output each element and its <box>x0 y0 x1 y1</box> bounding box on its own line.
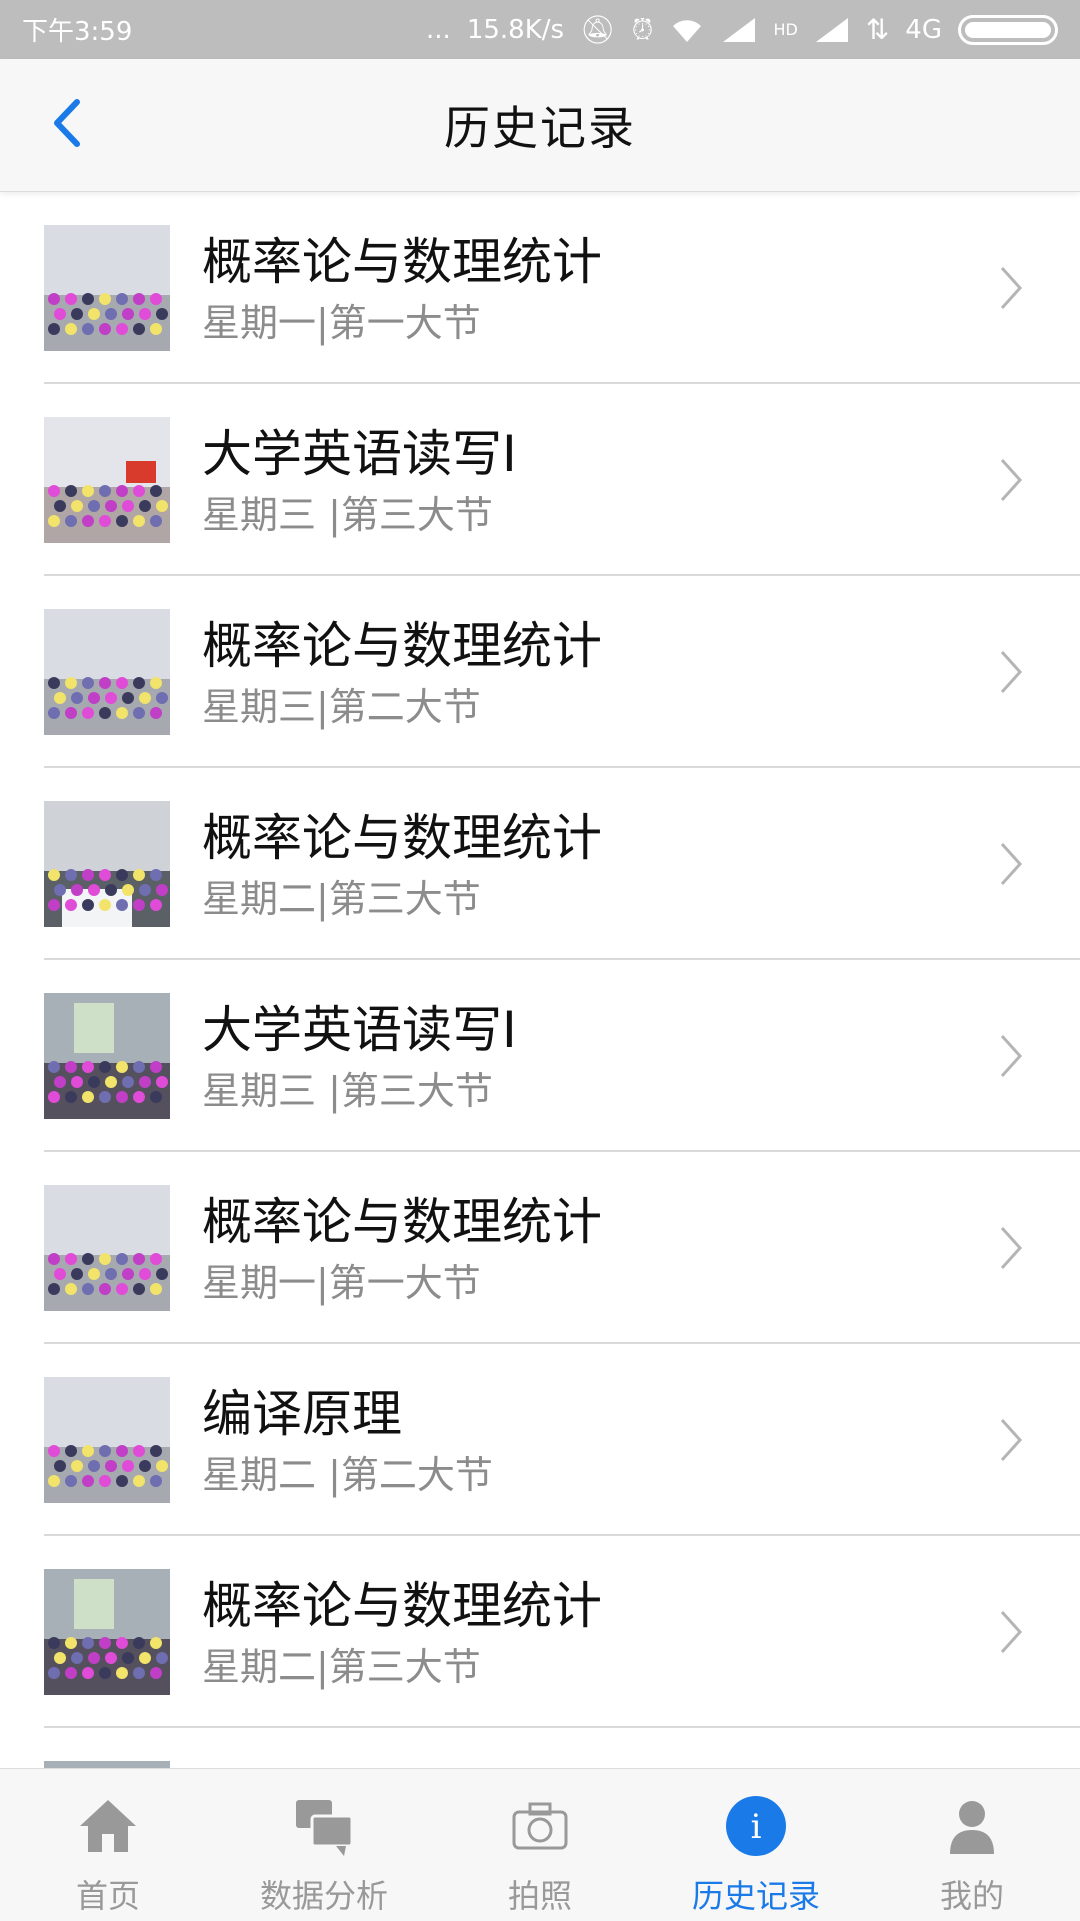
tab-person[interactable]: 我的 <box>864 1769 1080 1921</box>
camera-icon <box>512 1802 568 1850</box>
history-list-item[interactable]: 概率论与数理统计 <box>44 1728 1080 1768</box>
classroom-group-photo-image <box>44 609 170 735</box>
history-thumbnail <box>44 225 170 351</box>
history-thumbnail <box>44 1377 170 1503</box>
history-item-subtitle: 星期一|第一大节 <box>202 1261 481 1305</box>
history-item-title: 概率论与数理统计 <box>202 1193 602 1251</box>
info-icon: i <box>726 1796 786 1856</box>
chevron-right-icon <box>1000 1034 1023 1078</box>
history-list-item[interactable]: 概率论与数理统计星期二|第三大节 <box>44 1536 1080 1728</box>
chevron-right-icon <box>1000 1226 1023 1270</box>
history-item-subtitle: 星期二|第三大节 <box>202 1645 481 1689</box>
home-icon <box>80 1800 136 1852</box>
chevron-right-icon <box>1000 650 1023 694</box>
network-type: 4G <box>905 14 942 45</box>
history-thumbnail <box>44 993 170 1119</box>
history-item-subtitle: 星期二|第三大节 <box>202 877 481 921</box>
tab-label: 我的 <box>939 1877 1004 1915</box>
classroom-lecture-photo-image <box>44 993 170 1119</box>
wifi-icon <box>673 19 702 42</box>
tab-icon-wrap <box>73 1791 143 1861</box>
tab-icon-wrap <box>289 1791 359 1861</box>
signal-icon-2 <box>815 17 848 42</box>
network-speed: 15.8K/s <box>466 14 565 45</box>
tab-label: 历史记录 <box>691 1877 820 1915</box>
nav-bar: 历史记录 <box>0 59 1080 192</box>
tab-chat-bubbles[interactable]: 数据分析 <box>216 1769 432 1921</box>
history-thumbnail <box>44 1185 170 1311</box>
history-list: 概率论与数理统计 星期一|第一大节 大学英语读写I 星期三 |第三大节 概率论与数理统计… <box>0 192 1080 1768</box>
status-bar: 下午3:59 ... 15.8K/s 🔕︎ ⏰︎ HD ⇅ 4G <box>0 0 1080 59</box>
history-list-item[interactable]: 概率论与数理统计星期一|第一大节 <box>44 1152 1080 1344</box>
tab-info[interactable]: i 历史记录 <box>648 1769 864 1921</box>
history-item-subtitle: 星期三|第二大节 <box>202 685 481 729</box>
data-transfer-icon: ⇅ <box>865 12 890 46</box>
classroom-lecture-photo-image <box>44 1761 170 1768</box>
history-list-item[interactable]: 概率论与数理统计星期二|第三大节 <box>44 768 1080 960</box>
history-thumbnail <box>44 609 170 735</box>
history-list-item[interactable]: 概率论与数理统计星期一|第一大节 <box>44 192 1080 384</box>
history-thumbnail <box>44 1569 170 1695</box>
person-icon <box>950 1801 994 1854</box>
page-title: 历史记录 <box>444 101 636 155</box>
history-item-title: 概率论与数理统计 <box>202 1758 602 1768</box>
history-item-subtitle: 星期三 |第三大节 <box>202 1069 493 1113</box>
history-item-title: 编译原理 <box>202 1385 402 1443</box>
history-item-title: 概率论与数理统计 <box>202 233 602 291</box>
chevron-right-icon <box>1000 1610 1023 1654</box>
hd-badge: HD <box>773 20 798 39</box>
tab-label: 首页 <box>75 1877 140 1915</box>
chevron-right-icon <box>1000 1418 1023 1462</box>
svg-text:i: i <box>751 1807 762 1847</box>
battery-icon <box>958 14 1058 45</box>
chevron-right-icon <box>1000 842 1023 886</box>
classroom-group-photo-flag-image <box>44 417 170 543</box>
status-time: 下午3:59 <box>22 17 133 47</box>
tab-camera[interactable]: 拍照 <box>432 1769 648 1921</box>
history-list-item[interactable]: 大学英语读写I 星期三 |第三大节 <box>44 960 1080 1152</box>
signal-icon <box>723 17 756 42</box>
history-item-subtitle: 星期二 |第二大节 <box>202 1453 493 1497</box>
tab-icon-wrap <box>937 1791 1007 1861</box>
tab-icon-wrap <box>505 1791 575 1861</box>
chat-bubbles-icon <box>296 1800 354 1856</box>
tab-bar: 首页 数据分析 拍照 i 历史记录 我的 <box>0 1768 1080 1921</box>
history-list-item[interactable]: 大学英语读写I 星期三 |第三大节 <box>44 384 1080 576</box>
mute-bell-icon: 🔕︎ <box>580 12 616 46</box>
chevron-right-icon <box>1000 266 1023 310</box>
history-list-item[interactable]: 概率论与数理统计星期三|第二大节 <box>44 576 1080 768</box>
tab-label: 数据分析 <box>259 1877 388 1915</box>
history-item-title: 概率论与数理统计 <box>202 809 602 867</box>
history-item-title: 概率论与数理统计 <box>202 617 602 675</box>
tab-home[interactable]: 首页 <box>0 1769 216 1921</box>
history-item-title: 大学英语读写I <box>202 425 517 483</box>
history-thumbnail <box>44 417 170 543</box>
alarm-icon: ⏰︎ <box>631 12 654 46</box>
classroom-group-photo-image <box>44 1185 170 1311</box>
history-list-item[interactable]: 编译原理星期二 |第二大节 <box>44 1344 1080 1536</box>
tab-icon-wrap: i <box>721 1791 791 1861</box>
status-icons: ... 15.8K/s 🔕︎ ⏰︎ HD ⇅ 4G <box>426 12 1058 46</box>
chevron-right-icon <box>1000 458 1023 502</box>
tab-label: 拍照 <box>507 1877 572 1915</box>
history-item-title: 大学英语读写I <box>202 1001 517 1059</box>
classroom-lab-photo-image <box>44 801 170 927</box>
classroom-group-photo-image <box>44 225 170 351</box>
history-item-subtitle: 星期一|第一大节 <box>202 301 481 345</box>
history-item-subtitle: 星期三 |第三大节 <box>202 493 493 537</box>
history-thumbnail <box>44 1761 170 1768</box>
classroom-lecture-photo-image <box>44 1569 170 1695</box>
status-dots: ... <box>426 14 451 45</box>
history-item-title: 概率论与数理统计 <box>202 1577 602 1635</box>
classroom-group-photo-image <box>44 1377 170 1503</box>
history-thumbnail <box>44 801 170 927</box>
